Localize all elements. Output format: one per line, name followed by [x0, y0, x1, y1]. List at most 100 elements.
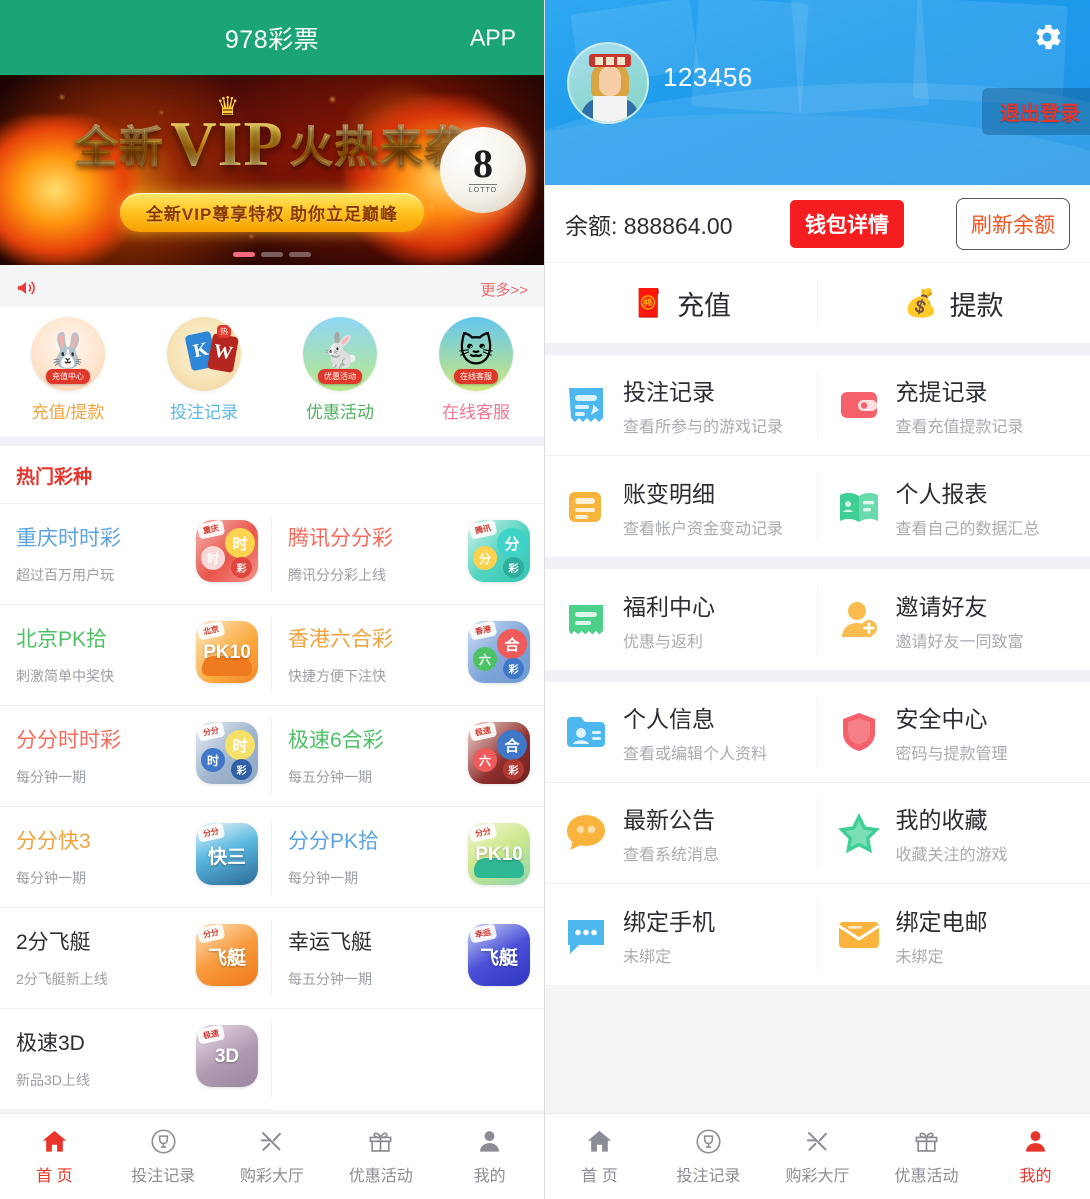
banner-dots[interactable]	[233, 252, 311, 257]
quick-item-service[interactable]: 🐱 在线客服 在线客服	[408, 317, 544, 423]
lottery-text: 腾讯分分彩腾讯分分彩上线	[288, 520, 393, 585]
menu-item[interactable]: 最新公告 查看系统消息	[545, 783, 818, 884]
lottery-item[interactable]: 北京PK拾 刺激简单中奖快 北京 PK10	[0, 605, 272, 706]
menu-item[interactable]: 投注记录 查看所参与的游戏记录	[545, 355, 818, 456]
menu-item[interactable]: 绑定手机 未绑定	[545, 884, 818, 985]
banner-subtitle: 全新VIP尊享特权 助你立足巅峰	[119, 193, 425, 232]
lottery-item[interactable]: 重庆时时彩 超过百万用户玩 重庆时时彩	[0, 504, 272, 605]
menu-item-title: 个人报表	[895, 480, 988, 507]
tab-promotion[interactable]: 优惠活动	[872, 1128, 981, 1186]
quick-item-recharge[interactable]: 🐰 充值中心 充值/提款	[0, 317, 136, 423]
tab-lottery-hall[interactable]: 购彩大厅	[218, 1128, 327, 1186]
quick-item-label: 优惠活动	[306, 403, 374, 422]
quick-item-tag: 充值中心	[46, 369, 90, 384]
menu-item[interactable]: 账变明细 查看帐户资金变动记录	[545, 456, 818, 557]
menu-item[interactable]: 充提记录 查看充值提款记录	[817, 355, 1090, 456]
lottery-ball-icon: 腾讯分分彩	[468, 520, 530, 582]
notice-bar[interactable]: 更多>>	[0, 271, 544, 307]
gear-icon[interactable]	[1030, 20, 1064, 59]
security-shield-icon	[836, 709, 882, 755]
banner-dot[interactable]	[289, 252, 311, 257]
wallet-detail-button[interactable]: 钱包详情	[790, 199, 904, 248]
lottery-item[interactable]: 香港六合彩 快捷方便下注快 香港合六彩	[272, 605, 544, 706]
menu-item[interactable]: 我的收藏 收藏关注的游戏	[817, 783, 1090, 884]
refresh-balance-button[interactable]: 刷新余额	[956, 197, 1070, 250]
lottery-item[interactable]: 分分PK拾 每分钟一期 分分 PK10	[272, 807, 544, 908]
lottery-desc: 每分钟一期	[288, 870, 358, 886]
lottery-icon-ribbon: 分分	[196, 722, 226, 742]
lottery-icon-ribbon: 香港	[468, 621, 498, 641]
avatar[interactable]	[567, 42, 649, 124]
lottery-item[interactable]: 腾讯分分彩 腾讯分分彩上线 腾讯分分彩	[272, 504, 544, 605]
tab-profile[interactable]: 我的	[435, 1128, 544, 1186]
lottery-name: 腾讯分分彩	[288, 527, 393, 550]
lottery-text: 分分快3 每分钟一期	[16, 823, 91, 888]
hot-badge-icon: 热	[217, 325, 231, 338]
airship-icon: 分分 飞艇	[196, 924, 258, 986]
menu-item-title: 绑定电邮	[895, 908, 988, 935]
vip-banner[interactable]: ♛ 全新VIP 火热来袭 8 LOTTO 全新VIP尊享特权 助你立足巅峰	[0, 75, 544, 265]
lottery-item[interactable]: 极速3D 新品3D上线 极速 3D	[0, 1009, 272, 1110]
lottery-text: 2分飞艇 2分飞艇新上线	[16, 924, 108, 989]
lottery-item[interactable]: 2分飞艇 2分飞艇新上线 分分 飞艇	[0, 908, 272, 1009]
lottery-icon-text: PK10	[203, 642, 251, 664]
menu-group-divider	[545, 343, 1090, 355]
tab-lottery-hall[interactable]: 购彩大厅	[763, 1128, 872, 1186]
lottery-item[interactable]: 分分时时彩 每分钟一期 分分时时彩	[0, 706, 272, 807]
banner-dot[interactable]	[261, 252, 283, 257]
tab-home[interactable]: 首 页	[545, 1128, 654, 1186]
menu-item-title: 邀请好友	[895, 593, 988, 620]
menu-group: 福利中心 优惠与返利 邀请好友 邀请好友一同致富	[545, 569, 1090, 670]
withdraw-button[interactable]: 💰 提款	[818, 263, 1090, 343]
logout-button[interactable]: 退出登录	[982, 88, 1090, 135]
gift-icon	[367, 1128, 394, 1156]
menu-item[interactable]: 邀请好友 邀请好友一同致富	[818, 569, 1090, 670]
menu-item-text: 绑定电邮 未绑定	[896, 903, 988, 967]
d3-icon: 极速 3D	[196, 1025, 258, 1087]
menu-item[interactable]: 个人信息 查看或编辑个人资料	[545, 682, 818, 783]
deposit-button[interactable]: 🧧 充值	[545, 263, 818, 343]
menu-item-title: 投注记录	[623, 379, 715, 405]
trophy-icon	[150, 1128, 177, 1156]
lottery-desc: 超过百万用户玩	[16, 567, 114, 583]
tab-home[interactable]: 首 页	[0, 1128, 109, 1186]
banner-dot[interactable]	[233, 252, 255, 257]
lottery-item[interactable]: 分分快3 每分钟一期 分分 快三	[0, 807, 272, 908]
lottery-desc: 腾讯分分彩上线	[288, 567, 386, 583]
hot-lottery-grid: 重庆时时彩 超过百万用户玩 重庆时时彩腾讯分分彩 腾讯分分彩上线 腾讯分分彩北京PK拾刺…	[0, 504, 544, 1110]
quick-item-label: 投注记录	[170, 403, 238, 422]
tab-bet-record[interactable]: 投注记录	[109, 1128, 218, 1186]
lottery-ball: 合	[497, 629, 527, 659]
lottery-ball-icon: 重庆时时彩	[196, 520, 258, 582]
profile-header: 123456 退出登录	[545, 0, 1090, 185]
menu-item[interactable]: 福利中心 优惠与返利	[545, 569, 818, 670]
lottery-item[interactable]: 极速6合彩 每五分钟一期 极速合六彩	[272, 706, 544, 807]
quick-item-promotion[interactable]: 🐇 优惠活动 优惠活动	[272, 317, 408, 423]
deposit-label: 充值	[677, 290, 732, 321]
airship-icon: 幸运 飞艇	[468, 924, 530, 986]
tab-bet-record[interactable]: 投注记录	[654, 1128, 763, 1186]
menu-item[interactable]: 安全中心 密码与提款管理	[817, 682, 1090, 783]
account-detail-icon	[563, 484, 609, 530]
menu-item-title: 安全中心	[895, 706, 988, 732]
lottery-name: 分分时时彩	[16, 729, 121, 752]
bind-phone-icon	[563, 912, 609, 958]
profile-panel: 123456 退出登录 余额: 888864.00 钱包详情 刷新余额 🧧 充值…	[545, 0, 1090, 1199]
app-header: 978彩票 APP	[0, 0, 544, 75]
app-download-button[interactable]: APP	[470, 24, 516, 51]
menu-item-sub: 查看系统消息	[623, 847, 720, 864]
kuai3-icon: 分分 快三	[196, 823, 258, 885]
lottery-desc: 每五分钟一期	[288, 971, 372, 987]
menu-item-title: 我的收藏	[895, 807, 988, 833]
tab-label: 首 页	[581, 1167, 618, 1185]
notice-more-link[interactable]: 更多>>	[480, 279, 528, 300]
quick-item-bet-record[interactable]: KW 热 投注记录	[136, 317, 272, 423]
lottery-text: 分分PK拾 每分钟一期	[288, 823, 379, 888]
tab-profile[interactable]: 我的	[981, 1128, 1090, 1186]
menu-item[interactable]: 个人报表 查看自己的数据汇总	[818, 456, 1090, 557]
tab-label: 优惠活动	[348, 1167, 413, 1185]
tab-promotion[interactable]: 优惠活动	[326, 1128, 435, 1186]
menu-item[interactable]: 绑定电邮 未绑定	[818, 884, 1090, 985]
lottery-item[interactable]: 幸运飞艇 每五分钟一期 幸运 飞艇	[272, 908, 544, 1009]
lottery-name: 极速3D	[16, 1032, 85, 1055]
